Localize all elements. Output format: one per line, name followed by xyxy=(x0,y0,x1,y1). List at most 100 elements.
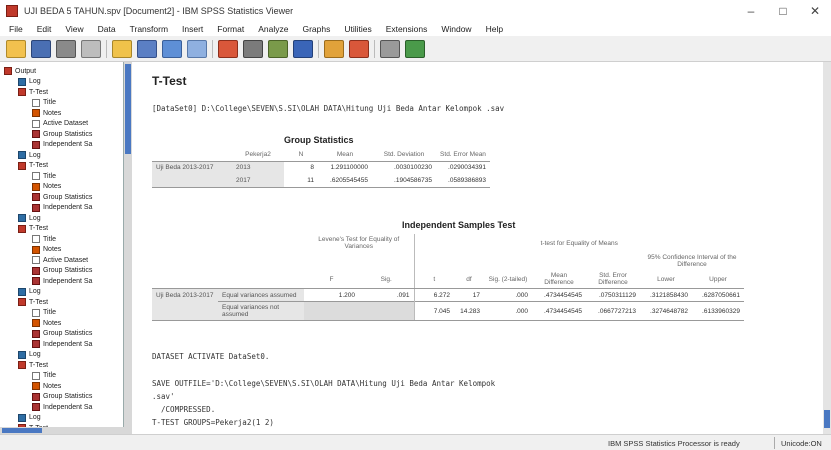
menu-insert[interactable]: Insert xyxy=(175,24,210,34)
notes-icon xyxy=(32,109,40,117)
outline-item[interactable]: T-Test xyxy=(18,360,48,370)
gs-header: Std. Error Mean xyxy=(436,148,490,162)
outline-item-label: T-Test xyxy=(29,225,49,232)
outline-item[interactable]: Independent Sa xyxy=(32,339,92,349)
outline-item-label: Group Statistics xyxy=(43,130,93,138)
outline-item[interactable]: Log xyxy=(18,150,41,160)
save-icon[interactable] xyxy=(31,39,51,58)
goto-data-icon[interactable] xyxy=(218,39,238,58)
outline-item[interactable]: T-Test xyxy=(18,297,48,307)
it-corner xyxy=(218,252,304,270)
outline-item[interactable]: T-Test xyxy=(18,87,48,97)
outline-item-label: Log xyxy=(29,78,41,85)
menu-transform[interactable]: Transform xyxy=(123,24,175,34)
outline-item[interactable]: Title xyxy=(32,371,56,381)
dialog-recall-icon[interactable] xyxy=(137,39,157,58)
export-icon[interactable] xyxy=(112,39,132,58)
outline-item[interactable]: Title xyxy=(32,98,56,108)
table-cell: .0667727213 xyxy=(586,301,640,321)
menu-edit[interactable]: Edit xyxy=(30,24,59,34)
outline-item[interactable]: Log xyxy=(18,350,41,360)
outline-item-label: Group Statistics xyxy=(43,330,93,337)
outline-item[interactable]: T-Test xyxy=(18,161,48,171)
table-cell: 7.045 xyxy=(413,301,454,321)
outline-item[interactable]: Output xyxy=(4,66,36,76)
outline-item[interactable]: T-Test xyxy=(18,224,48,234)
ind-test-table[interactable]: Levene's Test for Equality of Variances … xyxy=(152,234,744,321)
variables-icon[interactable] xyxy=(268,39,288,58)
ttest-heading: T-Test xyxy=(152,74,187,88)
menu-analyze[interactable]: Analyze xyxy=(251,24,295,34)
outline-item[interactable]: Group Statistics xyxy=(32,266,92,276)
undo-icon[interactable] xyxy=(162,39,182,58)
show-all-icon[interactable] xyxy=(324,39,344,58)
outline-item[interactable]: Title xyxy=(32,171,56,181)
outline-hscrollbar[interactable] xyxy=(0,427,124,434)
outline-item[interactable]: Title xyxy=(32,234,56,244)
maximize-button[interactable]: □ xyxy=(767,0,799,22)
doc-icon xyxy=(32,98,40,107)
designate-icon[interactable] xyxy=(405,39,425,58)
outline-item-label: Active Dataset xyxy=(43,120,89,127)
it-row-sublabel: Equal variances assumed xyxy=(218,288,304,302)
toolbar-separator xyxy=(106,39,107,58)
menu-format[interactable]: Format xyxy=(210,24,251,34)
book-icon xyxy=(18,161,26,170)
outline-item[interactable]: Notes xyxy=(32,245,61,255)
print-icon[interactable] xyxy=(56,39,76,58)
insert-output-icon[interactable] xyxy=(380,39,400,58)
notes-icon xyxy=(32,245,40,254)
outline-item[interactable]: Independent Sa xyxy=(32,402,92,412)
outline-item[interactable]: Group Statistics xyxy=(32,329,92,339)
outline-item[interactable]: Active Dataset xyxy=(32,119,88,129)
print-preview-icon[interactable] xyxy=(81,39,101,58)
outline-item[interactable]: Log xyxy=(18,413,41,423)
minimize-button[interactable]: – xyxy=(735,0,767,22)
outline-item[interactable]: Independent Sa xyxy=(32,140,92,150)
gs-row-label-empty xyxy=(152,174,232,188)
log-icon xyxy=(18,413,26,422)
outline-item[interactable]: Log xyxy=(18,287,41,297)
outline-item[interactable]: Active Dataset xyxy=(32,255,88,265)
table-icon xyxy=(32,403,40,411)
close-button[interactable]: ✕ xyxy=(799,0,831,22)
designate-window-icon[interactable] xyxy=(293,39,313,58)
content-scrollbar[interactable] xyxy=(823,62,831,434)
outline-item[interactable]: Notes xyxy=(32,381,61,391)
syntax-line: T-TEST GROUPS=Pekerja2(1 2) xyxy=(152,418,274,427)
outline-item[interactable]: Group Statistics xyxy=(32,192,92,202)
outline-item[interactable]: Group Statistics xyxy=(32,129,92,139)
menu-view[interactable]: View xyxy=(58,24,90,34)
output-content-pane: T-Test [DataSet0] D:\College\SEVEN\S.SI\… xyxy=(134,62,831,434)
outline-hscroll-thumb[interactable] xyxy=(2,428,42,433)
menu-graphs[interactable]: Graphs xyxy=(295,24,337,34)
menu-utilities[interactable]: Utilities xyxy=(337,24,378,34)
menu-extensions[interactable]: Extensions xyxy=(379,24,435,34)
menu-data[interactable]: Data xyxy=(91,24,123,34)
outline-item[interactable]: Notes xyxy=(32,318,61,328)
content-scroll-thumb[interactable] xyxy=(824,410,830,428)
goto-case-icon[interactable] xyxy=(243,39,263,58)
outline-item[interactable]: Independent Sa xyxy=(32,276,92,286)
it-col-header: Sig. (2-tailed) xyxy=(484,270,532,289)
outline-item-label: Independent Sa xyxy=(43,340,93,348)
outline-item[interactable]: Log xyxy=(18,77,41,87)
outline-item[interactable]: Independent Sa xyxy=(32,203,92,213)
outline-item[interactable]: Title xyxy=(32,308,56,318)
outline-item[interactable]: Log xyxy=(18,213,41,223)
outline-item[interactable]: Group Statistics xyxy=(32,392,92,402)
outline-item[interactable]: Notes xyxy=(32,182,61,192)
menu-help[interactable]: Help xyxy=(479,24,510,34)
syntax-line: SAVE OUTFILE='D:\College\SEVEN\S.SI\OLAH… xyxy=(152,379,496,388)
outline-item[interactable]: Notes xyxy=(32,108,61,118)
open-icon[interactable] xyxy=(6,39,26,58)
outline-scrollbar[interactable] xyxy=(124,62,132,434)
outline-item-label: Notes xyxy=(43,109,62,117)
outline-scroll-thumb[interactable] xyxy=(125,64,131,154)
outline-item-label: Title xyxy=(43,235,56,243)
group-stats-table[interactable]: Pekerja2 N Mean Std. Deviation Std. Erro… xyxy=(152,148,490,188)
hide-icon[interactable] xyxy=(349,39,369,58)
menu-file[interactable]: File xyxy=(2,24,30,34)
menu-window[interactable]: Window xyxy=(434,24,478,34)
redo-icon[interactable] xyxy=(187,39,207,58)
